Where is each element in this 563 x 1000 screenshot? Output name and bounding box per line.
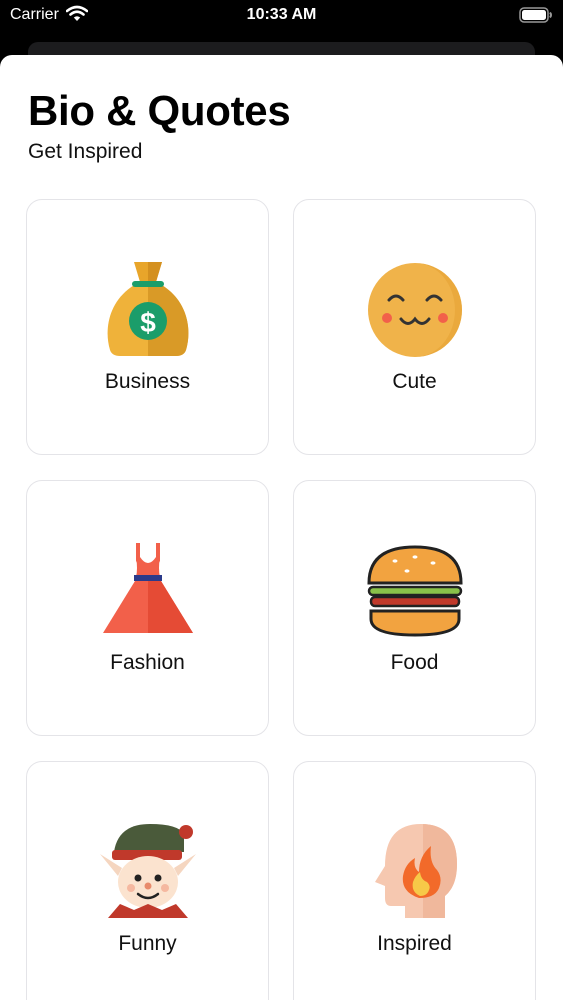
category-card-business[interactable]: $ Business: [26, 199, 269, 455]
battery-icon: [519, 6, 553, 29]
category-label: Inspired: [377, 932, 452, 955]
status-time: 10:33 AM: [246, 6, 317, 23]
dress-icon: [103, 543, 193, 633]
category-label: Funny: [118, 932, 177, 955]
category-card-cute[interactable]: Cute: [293, 199, 536, 455]
page-subtitle: Get Inspired: [28, 140, 143, 163]
category-card-fashion[interactable]: Fashion: [26, 480, 269, 736]
category-label: Cute: [392, 370, 437, 393]
category-card-food[interactable]: Food: [293, 480, 536, 736]
money-bag-icon: $: [107, 262, 189, 356]
main-sheet: Bio & Quotes Get Inspired $ Business Cut…: [0, 55, 563, 1000]
elf-icon: [100, 824, 196, 918]
category-card-funny[interactable]: Funny: [26, 761, 269, 1000]
status-bar: Carrier 10:33 AM: [0, 0, 563, 32]
page-title: Bio & Quotes: [28, 87, 291, 134]
burger-icon: [367, 545, 463, 637]
category-label: Business: [104, 370, 191, 393]
smiley-face-icon: [368, 263, 462, 357]
svg-text:$: $: [140, 307, 156, 338]
category-card-inspired[interactable]: Inspired: [293, 761, 536, 1000]
category-label: Food: [390, 651, 439, 674]
category-label: Fashion: [110, 651, 185, 674]
head-flame-icon: [375, 824, 457, 918]
